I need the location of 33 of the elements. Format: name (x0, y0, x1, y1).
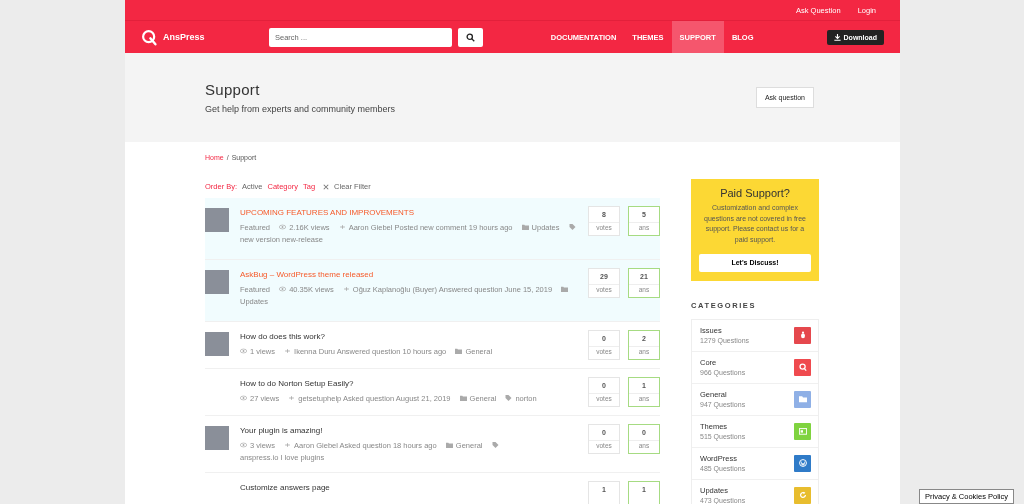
close-icon (323, 183, 330, 190)
eye-icon (240, 395, 247, 401)
pin-icon (338, 224, 346, 230)
search-button[interactable] (458, 27, 483, 47)
card-title: Paid Support? (719, 187, 791, 199)
question-title[interactable]: Your plugin is amazing! (240, 426, 588, 435)
folder-icon (561, 286, 569, 292)
tag-icon (505, 395, 513, 401)
brand-name[interactable]: AnsPress (163, 32, 205, 42)
logo-icon[interactable] (141, 28, 158, 46)
pin-icon (288, 395, 296, 401)
eye-icon (279, 224, 287, 230)
pin-icon (342, 286, 350, 292)
pin-icon (284, 348, 292, 354)
question-title[interactable]: How do does this work? (240, 332, 588, 341)
page-subtitle: Get help from experts and community members (205, 104, 396, 114)
eye-icon (240, 442, 247, 448)
folder-icon (459, 395, 467, 401)
question-title[interactable]: AskBug – WordPress theme released (240, 270, 588, 279)
search-icon (466, 32, 475, 42)
folder-icon (445, 442, 453, 448)
tag-icon (491, 442, 499, 448)
eye-icon (279, 286, 287, 292)
question-title[interactable]: UPCOMING FEATURES AND IMPROVEMENTS (240, 208, 588, 217)
folder-icon (521, 224, 529, 230)
pin-icon (284, 442, 292, 448)
download-icon (833, 33, 841, 41)
tag-icon (568, 224, 576, 230)
question-title[interactable]: How to do Norton Setup Easily? (240, 379, 588, 388)
eye-icon (240, 348, 247, 354)
question-title[interactable]: Customize answers page (240, 483, 588, 492)
page-title: Support (205, 81, 261, 98)
folder-icon (455, 348, 463, 354)
